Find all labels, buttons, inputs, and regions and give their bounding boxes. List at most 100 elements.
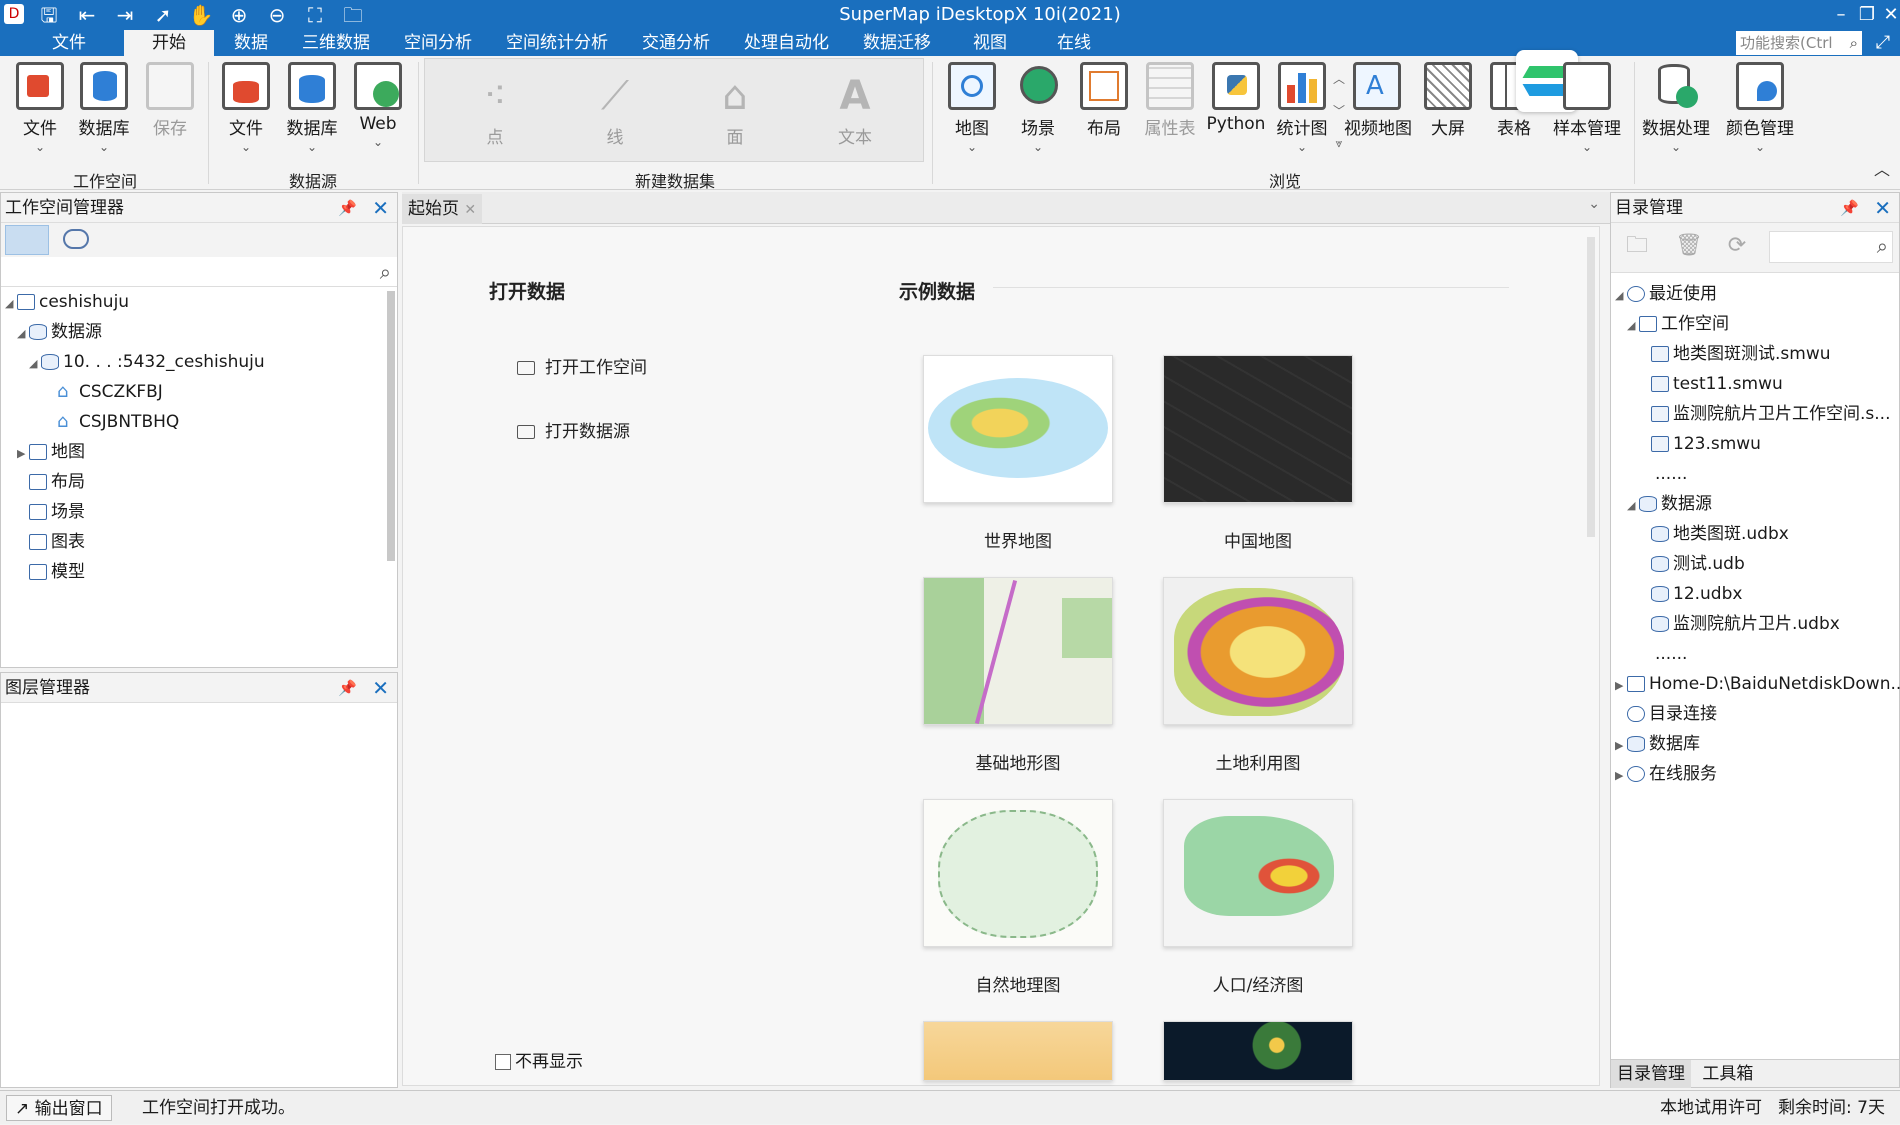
tree-scenes[interactable]: 场景 [29,497,85,527]
pan-icon[interactable]: ✋ [188,2,214,28]
tree-datasources[interactable]: ◢ 数据源 [17,317,102,347]
catalog-ws-file-1[interactable]: 地类图斑测试.smwu [1651,339,1831,369]
tab-start[interactable]: 开始 [124,30,214,56]
sample-landuse-map[interactable] [1163,577,1353,725]
open-folder-icon[interactable]: 🗀 [340,2,366,28]
start-page-scrollbar[interactable] [1587,237,1595,537]
catalog-ds-file-2[interactable]: 测试.udb [1651,549,1745,579]
refresh-icon[interactable]: ⟳ [1725,235,1749,257]
tree-dataset-2[interactable]: ⌂ CSJBNTBHQ [57,407,179,437]
collapse-icon[interactable]: ◢ [1627,491,1639,521]
ws-database-button[interactable]: 数据库 ⌄ [72,62,136,153]
redo-icon[interactable]: ⇥ [112,2,138,28]
catalog-workspace[interactable]: ◢ 工作空间 [1627,309,1729,339]
new-region-button[interactable]: ⌂ 面 [695,69,775,148]
collapse-icon[interactable]: ◢ [29,349,41,379]
collapse-icon[interactable]: ◢ [1615,281,1627,311]
close-icon[interactable]: ✕ [372,673,389,703]
catalog-dir-conn[interactable]: 目录连接 [1627,699,1717,729]
tab-automation[interactable]: 处理自动化 [730,30,843,56]
zoom-out-icon[interactable]: ⊖ [264,2,290,28]
save-icon[interactable]: 🖫 [36,2,62,28]
open-datasource-link[interactable]: 打开数据源 [517,417,630,442]
sample-thumb-8[interactable] [1163,1021,1353,1081]
ds-file-button[interactable]: 文件 ⌄ [214,62,278,153]
tab-data[interactable]: 数据 [220,30,282,56]
catalog-ws-file-4[interactable]: 123.smwu [1651,429,1761,459]
collapse-ribbon-icon[interactable]: ︿ [1874,156,1890,180]
tab-traffic[interactable]: 交通分析 [628,30,724,56]
tab-toolbox[interactable]: 工具箱 [1696,1060,1759,1088]
catalog-home[interactable]: ▶ Home-D:\BaiduNetdiskDown... [1615,669,1900,699]
color-manage-button[interactable]: 颜色管理 ⌄ [1724,62,1796,153]
expand-icon[interactable]: ▶ [17,439,29,469]
output-window-button[interactable]: ↗ 输出窗口 [6,1095,112,1121]
new-line-button[interactable]: ⟋ 线 [575,69,655,148]
dont-show-checkbox[interactable]: 不再显示 [495,1047,583,1072]
sample-thumb-7[interactable] [923,1021,1113,1081]
collapse-icon[interactable]: ◢ [1627,311,1639,341]
sample-world-map[interactable] [923,355,1113,503]
browse-chart-button[interactable]: 统计图 ⌄ [1270,62,1334,153]
tab-spatial-stats[interactable]: 空间统计分析 [492,30,622,56]
full-extent-icon[interactable]: ⛶ [302,2,328,28]
tree-charts[interactable]: 图表 [29,527,85,557]
catalog-ws-file-2[interactable]: test11.smwu [1651,369,1783,399]
browse-sample-button[interactable]: 样本管理 ⌄ [1552,62,1622,153]
workspace-view-icon[interactable] [5,225,49,255]
sample-china-map[interactable] [1163,355,1353,503]
tree-maps[interactable]: ▶ 地图 [17,437,85,467]
cloud-icon[interactable] [63,229,89,249]
ws-save-button[interactable]: 保存 [138,62,202,139]
data-process-button[interactable]: 数据处理 ⌄ [1640,62,1712,153]
function-search-input[interactable]: 功能搜索(Ctrl ⌕ [1736,31,1862,55]
browse-video-map-button[interactable]: A 视频地图 [1344,62,1412,139]
sample-nature-map[interactable] [923,799,1113,947]
ds-database-button[interactable]: 数据库 ⌄ [280,62,344,153]
expand-icon[interactable]: ▶ [1615,671,1627,701]
tab-3d-data[interactable]: 三维数据 [288,30,384,56]
pin-icon[interactable]: 📌 [1840,193,1859,223]
tab-start-page[interactable]: 起始页 ✕ [402,194,483,224]
chevron-down-icon[interactable]: ⌄ [1588,196,1600,212]
sample-population-map[interactable] [1163,799,1353,947]
browse-attribute-button[interactable]: 属性表 [1138,62,1202,139]
delete-icon[interactable]: 🗑 [1675,235,1703,257]
close-icon[interactable]: ✕ [464,202,476,218]
close-button[interactable]: ✕ [1876,2,1900,28]
catalog-ds-file-3[interactable]: 12.udbx [1651,579,1742,609]
close-icon[interactable]: ✕ [1874,193,1891,223]
catalog-database[interactable]: ▶ 数据库 [1615,729,1700,759]
browse-python-button[interactable]: Python [1204,62,1268,134]
tab-file[interactable]: 文件 [20,30,118,56]
zoom-in-icon[interactable]: ⊕ [226,2,252,28]
catalog-ds-more[interactable]: ...... [1655,639,1687,669]
catalog-online[interactable]: ▶ 在线服务 [1615,759,1717,789]
browse-map-button[interactable]: 地图 ⌄ [940,62,1004,153]
tab-spatial-analysis[interactable]: 空间分析 [390,30,486,56]
tab-migration[interactable]: 数据迁移 [849,30,945,56]
browse-screen-button[interactable]: 大屏 [1416,62,1480,139]
catalog-search-input[interactable]: ⌕ [1769,231,1893,263]
new-text-button[interactable]: A 文本 [815,69,895,148]
collapse-icon[interactable]: ◢ [17,319,29,349]
collapse-icon[interactable]: ◢ [5,289,17,319]
browse-layout-button[interactable]: 布局 [1072,62,1136,139]
close-icon[interactable]: ✕ [372,193,389,223]
pin-icon[interactable]: 📌 [338,673,357,703]
checkbox-icon[interactable] [495,1054,511,1070]
open-workspace-link[interactable]: 打开工作空间 [517,353,647,378]
browse-scene-button[interactable]: 场景 ⌄ [1006,62,1070,153]
tab-catalog[interactable]: 目录管理 [1611,1060,1691,1088]
sample-terrain-map[interactable] [923,577,1113,725]
tree-layouts[interactable]: 布局 [29,467,85,497]
tree-connection[interactable]: ◢ 10. . . :5432_ceshishuju [29,347,265,377]
catalog-ws-more[interactable]: ...... [1655,459,1687,489]
tab-view[interactable]: 视图 [951,30,1029,56]
ds-web-button[interactable]: Web ⌄ [346,62,410,148]
catalog-ds-file-4[interactable]: 监测院航片卫片.udbx [1651,609,1840,639]
workspace-search-input[interactable]: ⌕ [1,257,397,287]
expand-icon[interactable]: ▶ [1615,731,1627,761]
catalog-ds-file-1[interactable]: 地类图斑.udbx [1651,519,1789,549]
expand-icon[interactable]: ▶ [1615,761,1627,791]
